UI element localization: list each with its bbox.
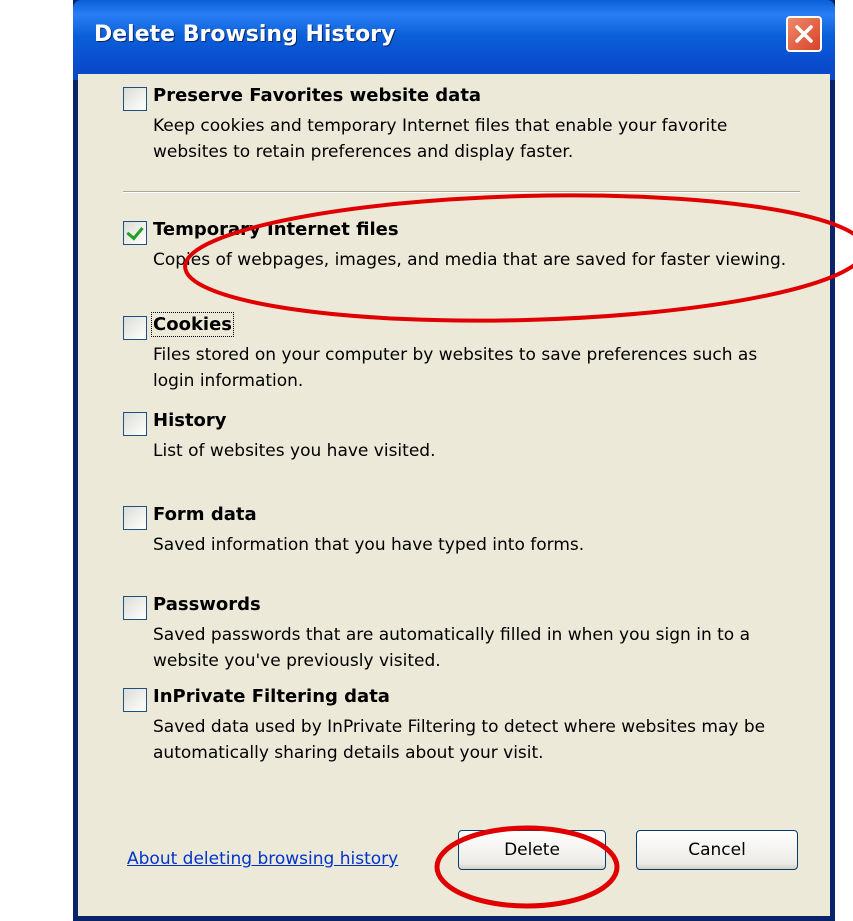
highlight-ellipse-delete-button	[434, 825, 620, 909]
highlight-ellipse-temporary-files	[183, 193, 853, 323]
annotation-overlay	[183, 193, 853, 909]
